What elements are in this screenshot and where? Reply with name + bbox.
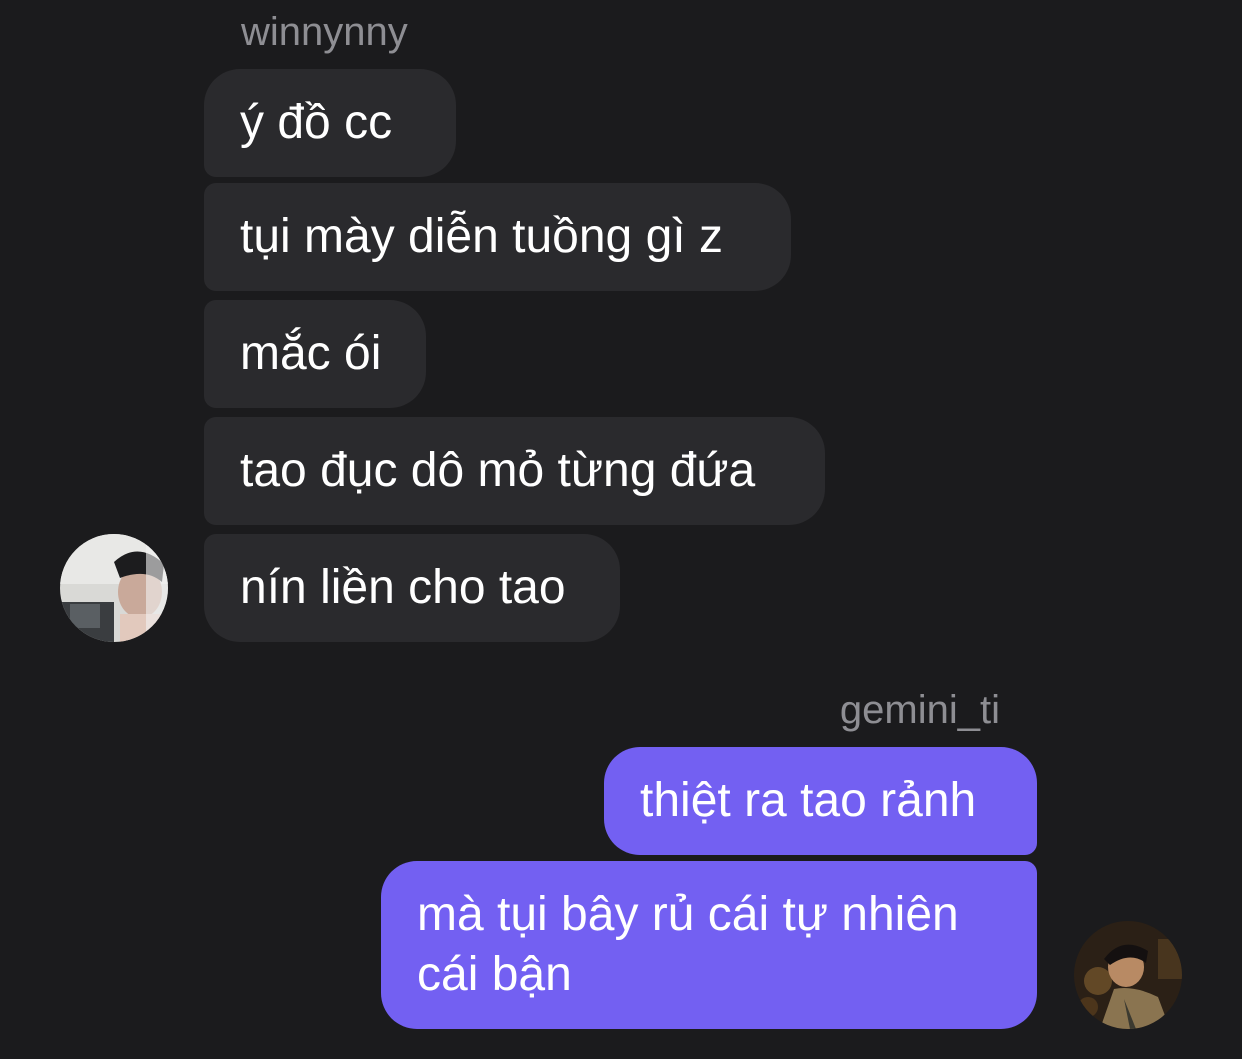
message-bubble[interactable]: tụi mày diễn tuồng gì z [204,183,791,291]
message-bubble[interactable]: thiệt ra tao rảnh [604,747,1037,855]
avatar-image [1074,921,1182,1029]
message-bubble[interactable]: mà tụi bây rủ cái tự nhiên cái bận [381,861,1037,1029]
message-bubble[interactable]: tao đục dô mỏ từng đứa [204,417,825,525]
sender-name[interactable]: winnynny [241,8,408,56]
profile-photo-icon[interactable] [60,534,168,642]
message-bubble[interactable]: nín liền cho tao [204,534,620,642]
avatar-image [60,534,168,642]
message-bubble[interactable]: mắc ói [204,300,426,408]
message-bubble[interactable]: ý đồ cc [204,69,456,177]
profile-photo-icon[interactable] [1074,921,1182,1029]
sender-name[interactable]: gemini_ti [840,686,1000,734]
